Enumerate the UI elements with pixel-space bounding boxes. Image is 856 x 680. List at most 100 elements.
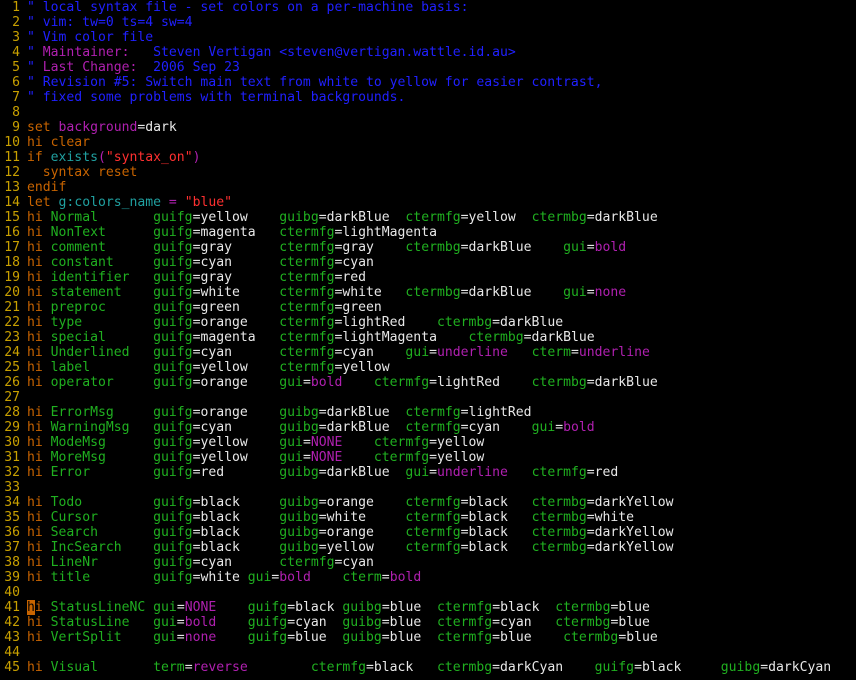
code-token: Error [50,465,154,480]
code-line[interactable]: 36 hi Search guifg=black guibg=orange cte… [0,525,856,540]
code-line[interactable]: 17 hi comment guifg=gray ctermfg=gray cte… [0,240,856,255]
code-token: gui [279,435,303,450]
code-line[interactable]: 34 hi Todo guifg=black guibg=orange cterm… [0,495,856,510]
code-line[interactable]: 14 let g:colors_name = "blue" [0,195,856,210]
code-line[interactable]: 40 [0,585,856,600]
code-token: " local syntax file - set colors on a pe… [27,0,469,15]
code-token: =lightRed [334,315,437,330]
code-line[interactable]: 27 [0,390,856,405]
code-token: ctermfg [437,600,493,615]
code-token: " vim: tw=0 ts=4 sw=4 [27,15,193,30]
code-token: =orange [318,525,406,540]
code-line[interactable]: 31 hi MoreMsg guifg=yellow gui=NONE cterm… [0,450,856,465]
code-line[interactable]: 10 hi clear [0,135,856,150]
code-line[interactable]: 15 hi Normal guifg=yellow guibg=darkBlue … [0,210,856,225]
code-token: guifg [247,630,288,645]
code-token: hi [27,525,51,540]
code-token: = [429,465,437,480]
code-token: guifg [247,615,288,630]
line-number: 9 [12,120,20,135]
code-line[interactable]: 24 hi Underlined guifg=cyan ctermfg=cyan … [0,345,856,360]
code-line[interactable]: 22 hi type guifg=orange ctermfg=lightRed … [0,315,856,330]
code-token: ctermfg [310,660,367,675]
code-token: = [381,570,390,585]
code-line[interactable]: 32 hi Error guifg=red guibg=darkBlue gui=… [0,465,856,480]
code-line[interactable]: 37 hi IncSearch guifg=black guibg=yellow … [0,540,856,555]
code-token: gui [153,630,177,645]
code-line[interactable]: 7 " fixed some problems with terminal bac… [0,90,856,105]
code-line[interactable]: 25 hi label guifg=yellow ctermfg=yellow [0,360,856,375]
code-line[interactable]: 26 hi operator guifg=orange gui=bold cter… [0,375,856,390]
code-line[interactable]: 13 endif [0,180,856,195]
code-token: =gray [192,270,280,285]
code-text: hi VertSplit gui=none guifg=blue guibg=b… [20,630,658,645]
code-token: none [594,285,627,300]
code-token: = [176,615,185,630]
line-number: 36 [4,525,20,540]
code-token: guifg [153,525,193,540]
code-token: special [50,330,154,345]
code-line[interactable]: 3 " Vim color file [0,30,856,45]
code-line[interactable]: 2 " vim: tw=0 ts=4 sw=4 [0,15,856,30]
code-line[interactable]: 12 syntax reset [0,165,856,180]
code-text: hi StatusLineNC gui=NONE guifg=black gui… [20,600,650,615]
code-line[interactable]: 28 hi ErrorMsg guifg=orange guibg=darkBlu… [0,405,856,420]
code-line[interactable]: 33 [0,480,856,495]
code-line[interactable]: 43 hi VertSplit gui=none guifg=blue guibg… [0,630,856,645]
code-line[interactable]: 35 hi Cursor guifg=black guibg=white cter… [0,510,856,525]
code-token: =blue [610,615,650,630]
code-token: ctermfg [373,435,430,450]
code-line[interactable]: 42 hi StatusLine gui=bold guifg=cyan guib… [0,615,856,630]
code-text: hi special guifg=magenta ctermfg=lightMa… [20,330,595,345]
code-line[interactable]: 23 hi special guifg=magenta ctermfg=light… [0,330,856,345]
code-token: cterm [531,345,571,360]
code-line[interactable]: 4 " Maintainer: Steven Vertigan <steven@v… [0,45,856,60]
code-line[interactable]: 38 hi LineNr guifg=cyan ctermfg=cyan [0,555,856,570]
code-text: hi type guifg=orange ctermfg=lightRed ct… [20,315,563,330]
code-line[interactable]: 44 [0,645,856,660]
code-line[interactable]: 39 hi title guifg=white gui=bold cterm=bo… [0,570,856,585]
code-line[interactable]: 21 hi preproc guifg=green ctermfg=green [0,300,856,315]
code-token: none [184,630,248,645]
code-token: =yellow [429,450,485,465]
code-line[interactable]: 20 hi statement guifg=white ctermfg=white… [0,285,856,300]
code-line[interactable]: 45 hi Visual term=reverse ctermfg=black c… [0,660,856,675]
line-number: 45 [4,660,20,675]
code-line[interactable]: 30 hi ModeMsg guifg=yellow gui=NONE cterm… [0,435,856,450]
code-token: ctermbg [531,510,587,525]
code-token: guibg [279,540,319,555]
code-token: title [50,570,154,585]
code-token: =black [192,495,280,510]
code-token: =yellow [334,360,390,375]
code-line[interactable]: 9 set background=dark [0,120,856,135]
code-token: ctermfg [405,540,461,555]
code-token: =darkYellow [586,495,674,510]
code-token: LineNr [50,555,154,570]
code-text: hi clear [20,135,90,150]
line-number: 3 [12,30,20,45]
code-token: gui [153,615,177,630]
code-line[interactable]: 19 hi identifier guifg=gray ctermfg=red [0,270,856,285]
code-line[interactable]: 18 hi constant guifg=cyan ctermfg=cyan [0,255,856,270]
code-text: " fixed some problems with terminal back… [20,90,405,105]
code-token: operator [50,375,154,390]
code-token: ctermbg [468,330,524,345]
code-token: ctermbg [531,540,587,555]
code-line[interactable]: 11 if exists("syntax_on") [0,150,856,165]
code-line[interactable]: 41 hi StatusLineNC gui=NONE guifg=black g… [0,600,856,615]
code-token: =red [334,270,367,285]
code-line[interactable]: 16 hi NonText guifg=magenta ctermfg=light… [0,225,856,240]
code-line[interactable]: 5 " Last Change: 2006 Sep 23 [0,60,856,75]
code-token: =darkBlue [318,210,406,225]
code-line[interactable]: 8 [0,105,856,120]
code-token: bold [310,375,374,390]
code-line[interactable]: 6 " Revision #5: Switch main text from wh… [0,75,856,90]
code-token: Steven Vertigan <steven@vertigan.wattle.… [129,45,516,60]
code-line[interactable]: 29 hi WarningMsg guifg=cyan guibg=darkBlu… [0,420,856,435]
code-line[interactable]: 1 " local syntax file - set colors on a p… [0,0,856,15]
code-text: hi WarningMsg guifg=cyan guibg=darkBlue … [20,420,595,435]
code-text: hi MoreMsg guifg=yellow gui=NONE ctermfg… [20,450,484,465]
vim-editor[interactable]: 1 " local syntax file - set colors on a p… [0,0,856,680]
code-token: " fixed some problems with terminal back… [27,90,406,105]
code-token: ctermfg [279,345,335,360]
